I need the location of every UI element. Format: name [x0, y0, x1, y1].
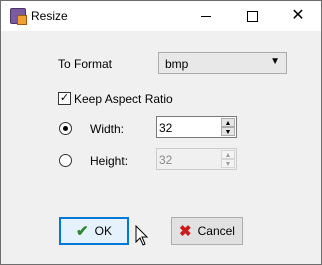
resize-dialog: Resize ✕ To Format bmp ▼ ✓ Keep Aspect R…: [0, 0, 322, 265]
width-stepper[interactable]: 32 ▲ ▼: [156, 116, 237, 138]
to-format-label: To Format: [58, 57, 113, 71]
height-radio[interactable]: [59, 154, 72, 167]
height-label: Height:: [90, 154, 129, 168]
width-radio[interactable]: [59, 122, 72, 135]
height-increment-button: ▲: [221, 150, 235, 159]
height-value: 32: [159, 153, 173, 167]
cancel-label: Cancel: [197, 224, 235, 238]
keep-aspect-ratio-checkbox[interactable]: ✓: [58, 92, 71, 105]
width-decrement-button[interactable]: ▼: [221, 127, 235, 136]
close-icon: ✕: [291, 7, 305, 24]
minimize-button[interactable]: [183, 1, 229, 31]
minimize-icon: [201, 15, 211, 17]
ok-label: OK: [94, 224, 112, 238]
width-spin-buttons: ▲ ▼: [221, 118, 235, 136]
height-stepper: 32 ▲ ▼: [156, 148, 237, 170]
width-increment-button[interactable]: ▲: [221, 118, 235, 127]
title-bar: Resize ✕: [1, 1, 321, 31]
cancel-button[interactable]: ✖ Cancel: [171, 217, 243, 245]
maximize-icon: [246, 10, 258, 22]
x-icon: ✖: [179, 223, 192, 240]
format-select[interactable]: bmp ▼: [158, 52, 287, 74]
mouse-pointer-icon: [135, 225, 149, 246]
keep-aspect-ratio-label: Keep Aspect Ratio: [74, 92, 173, 106]
window-title: Resize: [31, 9, 68, 23]
height-spin-buttons: ▲ ▼: [221, 150, 235, 168]
format-value: bmp: [165, 57, 189, 71]
height-decrement-button: ▼: [221, 159, 235, 168]
width-value: 32: [159, 121, 173, 135]
ok-button[interactable]: ✔ OK: [59, 217, 129, 245]
close-button[interactable]: ✕: [275, 1, 321, 31]
app-icon: [10, 8, 27, 25]
width-label: Width:: [90, 122, 125, 136]
check-icon: ✔: [76, 223, 89, 240]
chevron-down-icon: ▼: [270, 56, 280, 67]
maximize-button[interactable]: [229, 1, 275, 31]
